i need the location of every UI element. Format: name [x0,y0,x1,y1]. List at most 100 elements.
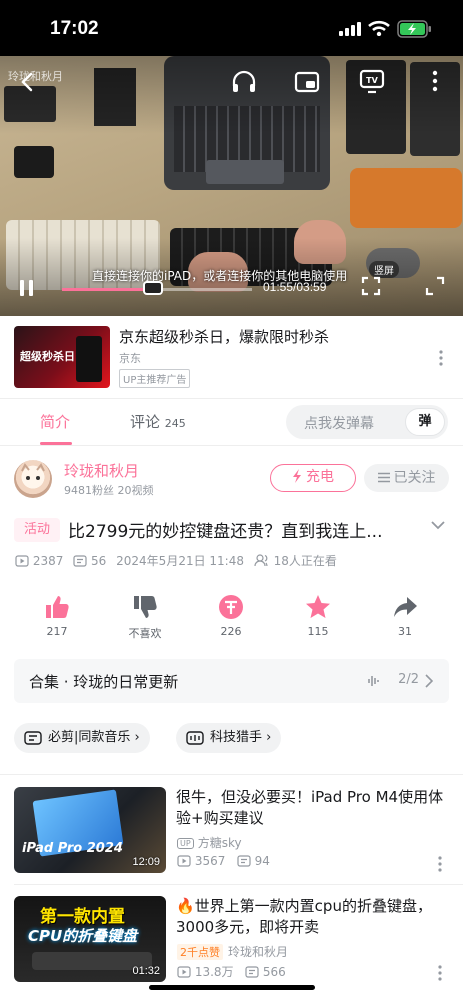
menu-lines-icon [377,472,390,483]
tech-hunter-icon [186,731,204,745]
coin-button[interactable]: 226 [195,592,267,638]
view-count: 2387 [32,554,64,568]
collection-chevron-icon [425,674,433,688]
recommendation-thumbnail-line1: 第一款内置 [40,907,125,927]
share-arrow-icon [394,597,417,617]
charge-button[interactable]: 充电 [270,464,356,492]
danmaku-input[interactable]: 点我发弹幕 弹 [286,405,448,439]
uploader-stats: 9481粉丝 20视频 [64,484,154,497]
share-button[interactable]: 31 [369,592,441,638]
video-player[interactable]: 玲珑和秋月 TV 直接连接你的iPAD，或者连接你的其他电脑使用 竖屏 01:5… [0,56,463,316]
danmaku-count: 56 [91,554,107,568]
activity-tag[interactable]: 活动 [14,518,60,542]
chip-music[interactable]: 必剪|同款音乐 › [14,723,150,753]
ad-advertiser: 京东 [119,352,141,365]
chip-tech-label: 科技猎手 [210,730,263,745]
tab-bar: 简介 评论 245 点我发弹幕 弹 [0,398,463,446]
audio-mode-icon[interactable] [231,70,257,94]
battery-charging-icon [397,20,431,38]
collection-bar[interactable]: 合集 · 玲珑的日常更新 2/2 [14,659,449,703]
recommendation-more-icon[interactable] [437,964,443,982]
picture-in-picture-icon[interactable] [294,70,320,94]
tab-comments-label: 评论 [130,413,161,431]
ad-more-icon[interactable] [438,349,444,367]
status-time: 17:02 [50,18,99,39]
ad-thumbnail-text: 超级秒杀日 [20,350,75,363]
ad-banner[interactable]: 超级秒杀日 京东超级秒杀日，爆款限时秒杀 京东 UP主推荐广告 [0,316,463,398]
video-meta: 2387 56 2024年5月21日 11:48 18人正在看 [15,552,343,569]
chip-music-label: 必剪|同款音乐 [48,730,131,745]
tab-intro[interactable]: 简介 [40,411,70,432]
cast-tv-icon[interactable]: TV [359,68,385,94]
coin-count: 226 [220,625,242,638]
recommendation-views: 13.8万 [194,965,234,979]
recommendation-thumbnail: 第一款内置 CPU的折叠键盘 01:32 [14,896,166,982]
dislike-button[interactable]: 不喜欢 [109,592,181,641]
item-divider [14,884,463,885]
dislike-label: 不喜欢 [128,627,162,640]
recommendation-thumbnail: iPad Pro 2024 12:09 [14,787,166,873]
recommendation-stats: 3567 94 [177,854,270,868]
likes-badge: 2千点赞 [177,944,223,960]
danmaku-count-icon [73,555,87,567]
more-options-icon[interactable] [430,70,440,92]
progress-fill [62,288,154,291]
play-count-icon [15,555,29,567]
ad-thumbnail: 超级秒杀日 [14,326,110,388]
tab-active-indicator [40,442,72,445]
like-count: 217 [46,625,68,638]
charge-label: 充电 [306,469,334,485]
video-title[interactable]: 比2799元的妙控键盘还贵？直到我连上... [68,517,420,542]
recommendation-author: 2千点赞 玲珑和秋月 [177,943,288,960]
coin-icon [219,595,243,619]
favorite-count: 115 [307,625,329,638]
recommendation-item[interactable]: iPad Pro 2024 12:09 很牛，但没必要买！iPad Pro M4… [0,787,463,887]
home-indicator [149,985,315,990]
top-area: 17:02 玲珑和秋月 TV 直接连接你的iPAD，或者连接你的其他电脑使用 竖… [0,0,463,316]
watching-count: 18人正在看 [273,554,337,568]
play-count-icon [177,855,191,867]
focus-frame-icon[interactable] [361,276,381,296]
recommendation-author-name: 方糖sky [197,836,242,850]
star-icon [306,595,330,618]
recommendation-thumbnail-text: iPad Pro 2024 [22,841,123,856]
collection-count: 2/2 [398,672,419,687]
recommendation-danmaku: 94 [254,854,270,868]
danmaku-toggle-label: 弹 [418,414,432,429]
thumbs-down-icon [134,596,157,618]
like-button[interactable]: 217 [21,592,93,638]
follow-button[interactable]: 已关注 [364,464,449,492]
section-divider [0,774,463,775]
bijian-music-icon [24,731,42,745]
back-arrow-icon[interactable] [18,72,38,92]
danmaku-count-icon [245,966,259,978]
expand-chevron-icon[interactable] [430,519,446,531]
play-count-icon [177,966,191,978]
recommendation-item[interactable]: 第一款内置 CPU的折叠键盘 01:32 🔥世界上第一款内置cpu的折叠键盘，3… [0,896,463,996]
recommendation-thumbnail-line2: CPU的折叠键盘 [28,927,138,945]
danmaku-placeholder: 点我发弹幕 [304,416,374,432]
uploader-name[interactable]: 玲珑和秋月 [64,460,139,481]
recommendation-duration: 01:32 [132,965,160,977]
viewers-icon [254,554,268,567]
cat-avatar-icon [21,463,45,480]
collection-title: 合集 · 玲珑的日常更新 [29,673,179,691]
uploader-avatar[interactable] [14,460,52,498]
pause-icon[interactable] [18,278,36,298]
favorite-button[interactable]: 115 [282,592,354,638]
tab-comments[interactable]: 评论 245 [130,411,186,432]
recommendation-author: UP 方糖sky [177,834,242,851]
recommendation-danmaku: 566 [262,965,286,979]
audio-wave-icon [368,676,379,686]
danmaku-toggle-button[interactable]: 弹 [405,408,445,436]
cellular-signal-icon [339,22,361,36]
chip-tech[interactable]: 科技猎手 › [176,723,282,753]
wifi-icon [368,20,390,36]
recommendation-more-icon[interactable] [437,855,443,873]
tab-comments-count: 245 [164,417,186,430]
progress-knob[interactable] [143,281,164,295]
recommendation-stats: 13.8万 566 [177,963,286,980]
recommendation-title: 🔥世界上第一款内置cpu的折叠键盘，3000多元，即将开卖 [176,897,432,936]
fullscreen-icon[interactable] [425,276,445,296]
recommendation-title: 很牛，但没必要买！iPad Pro M4使用体验+购买建议 [176,788,444,827]
